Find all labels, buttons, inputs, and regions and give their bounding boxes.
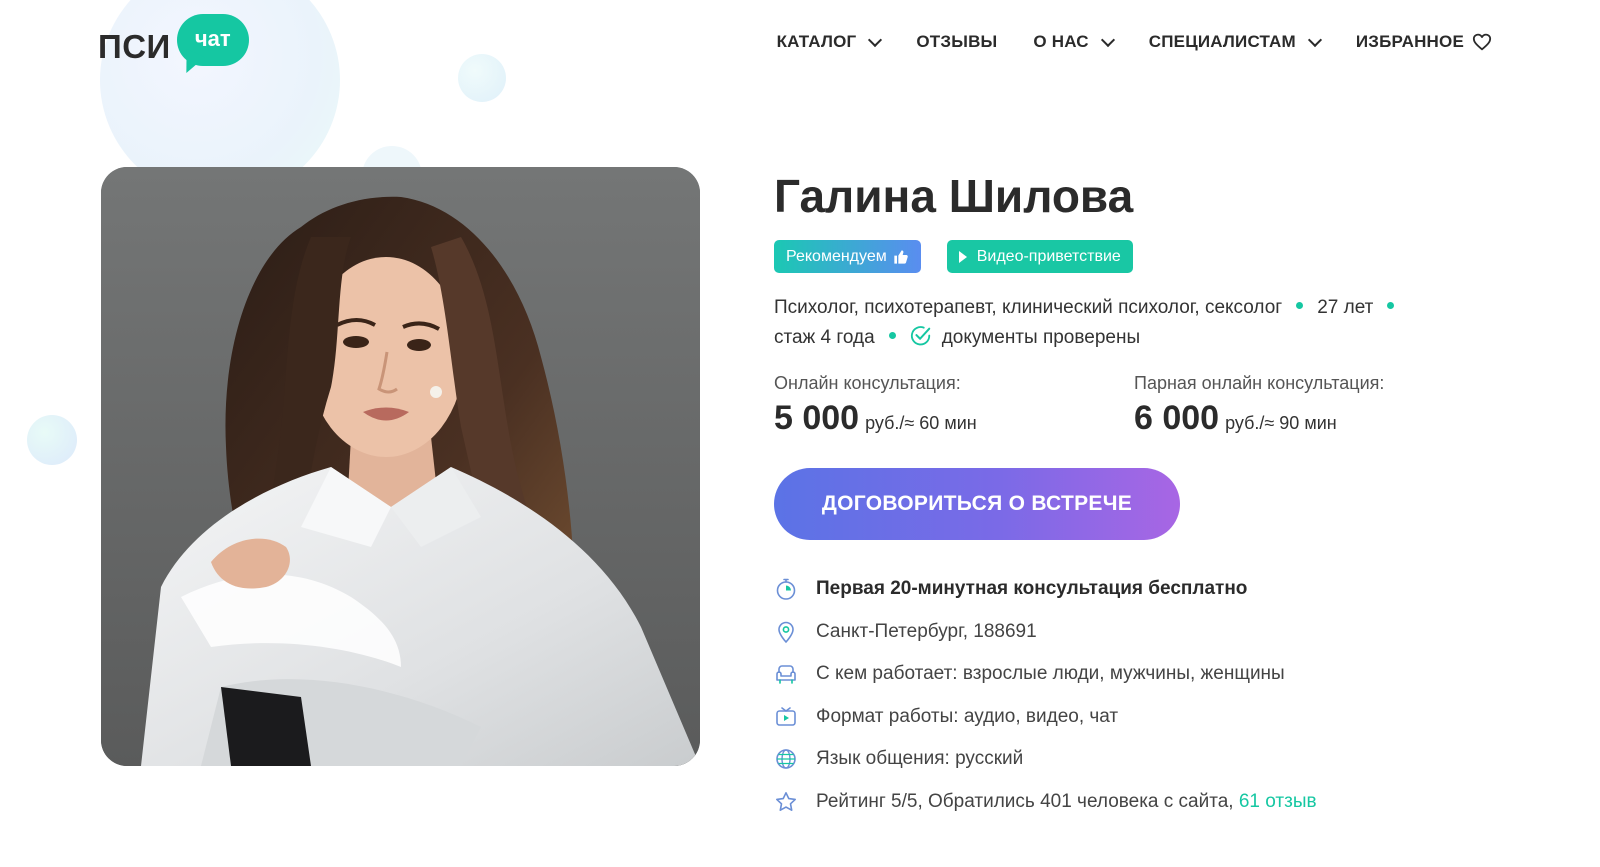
chevron-down-icon bbox=[1100, 32, 1115, 47]
nav-reviews-label: ОТЗЫВЫ bbox=[916, 32, 998, 51]
specialization-text: Психолог, психотерапевт, клинический пси… bbox=[774, 297, 1283, 318]
price-online-unit: руб./≈ 60 мин bbox=[865, 413, 977, 433]
logo-chat-bubble-icon: чат bbox=[176, 14, 249, 78]
price-pair-label: Парная онлайн консультация: bbox=[1134, 373, 1385, 393]
fact-rating-text: Рейтинг 5/5, Обратились 401 человека с с… bbox=[816, 790, 1234, 812]
fact-location: Санкт-Петербург, 188691 bbox=[774, 611, 1494, 654]
decor-bubble-left bbox=[27, 415, 77, 465]
price-online-label: Онлайн консультация: bbox=[774, 373, 961, 393]
logo-psi-text: ПСИ bbox=[98, 28, 171, 65]
nav-favorites[interactable]: ИЗБРАННОЕ bbox=[1356, 32, 1492, 52]
separator-dot bbox=[1296, 302, 1304, 310]
specialist-name: Галина Шилова bbox=[774, 170, 1134, 222]
location-pin-icon bbox=[778, 621, 794, 643]
recommended-badge-label: Рекомендуем bbox=[786, 247, 887, 265]
badge-row: Рекомендуем Видео-приветствие bbox=[774, 240, 1494, 273]
nav-reviews[interactable]: ОТЗЫВЫ bbox=[916, 32, 997, 52]
book-meeting-button[interactable]: ДОГОВОРИТЬСЯ О ВСТРЕЧЕ bbox=[774, 468, 1180, 540]
thumbs-up-icon bbox=[894, 249, 908, 264]
nav-catalog[interactable]: КАТАЛОГ bbox=[776, 32, 883, 52]
heart-icon bbox=[1472, 33, 1492, 51]
fact-format: Формат работы: аудио, видео, чат bbox=[774, 696, 1494, 739]
profile-info: Галина Шилова Рекомендуем Видео-приветст… bbox=[774, 168, 1494, 823]
nav-favorites-label: ИЗБРАННОЕ bbox=[1355, 32, 1464, 51]
nav-specialists[interactable]: СПЕЦИАЛИСТАМ bbox=[1148, 32, 1322, 52]
fact-location-text: Санкт-Петербург, 188691 bbox=[816, 620, 1037, 642]
page: ПСИ чат КАТАЛОГ ОТЗЫВЫ О НАС СПЕЦИАЛИСТА… bbox=[0, 0, 1600, 867]
recommended-badge: Рекомендуем bbox=[774, 240, 921, 273]
price-online-value: 5 000 bbox=[774, 399, 860, 437]
specialist-details: Психолог, психотерапевт, клинический пси… bbox=[774, 293, 1494, 353]
fact-rating: Рейтинг 5/5, Обратились 401 человека с с… bbox=[774, 781, 1494, 824]
globe-icon bbox=[776, 749, 796, 770]
documents-verified-text: документы проверены bbox=[941, 327, 1141, 348]
nav-about-label: О НАС bbox=[1033, 32, 1089, 51]
experience-text: стаж 4 года bbox=[774, 327, 875, 348]
prices: Онлайн консультация: 5 000 руб./≈ 60 мин… bbox=[774, 371, 1494, 438]
portrait-illustration bbox=[101, 167, 700, 766]
fact-language-text: Язык общения: русский bbox=[816, 748, 1024, 770]
check-circle-icon bbox=[910, 326, 930, 346]
chevron-down-icon bbox=[1307, 32, 1322, 47]
fact-clients: С кем работает: взрослые люди, мужчины, … bbox=[774, 653, 1494, 696]
stopwatch-icon bbox=[776, 578, 796, 601]
fact-free-consultation-text: Первая 20-минутная консультация бесплатн… bbox=[816, 578, 1248, 600]
armchair-icon bbox=[776, 665, 796, 685]
logo-chat-text: чат bbox=[194, 26, 231, 51]
nav-specialists-label: СПЕЦИАЛИСТАМ bbox=[1148, 32, 1296, 51]
price-online: Онлайн консультация: 5 000 руб./≈ 60 мин bbox=[774, 371, 1134, 438]
fact-clients-text: С кем работает: взрослые люди, мужчины, … bbox=[816, 663, 1285, 685]
separator-dot bbox=[1387, 302, 1395, 310]
specialist-photo bbox=[101, 167, 700, 766]
price-pair-value: 6 000 bbox=[1134, 399, 1220, 437]
chevron-down-icon bbox=[868, 32, 883, 47]
fact-format-text: Формат работы: аудио, видео, чат bbox=[816, 705, 1119, 727]
decor-bubble-small bbox=[458, 54, 506, 102]
play-icon bbox=[958, 250, 967, 263]
site-logo[interactable]: ПСИ чат bbox=[98, 14, 249, 78]
separator-dot bbox=[888, 332, 896, 340]
video-player-icon bbox=[776, 706, 796, 726]
nav-about[interactable]: О НАС bbox=[1033, 32, 1115, 52]
fact-free-consultation: Первая 20-минутная консультация бесплатн… bbox=[774, 568, 1494, 611]
star-icon bbox=[776, 791, 796, 811]
main-nav: КАТАЛОГ ОТЗЫВЫ О НАС СПЕЦИАЛИСТАМ ИЗБРАН… bbox=[777, 32, 1492, 52]
video-greeting-label: Видео-приветствие bbox=[976, 247, 1121, 265]
price-pair: Парная онлайн консультация: 6 000 руб./≈… bbox=[1134, 371, 1494, 438]
video-greeting-button[interactable]: Видео-приветствие bbox=[946, 240, 1133, 273]
nav-catalog-label: КАТАЛОГ bbox=[776, 32, 857, 51]
fact-language: Язык общения: русский bbox=[774, 738, 1494, 781]
facts-list: Первая 20-минутная консультация бесплатн… bbox=[774, 568, 1494, 823]
price-pair-unit: руб./≈ 90 мин bbox=[1225, 413, 1337, 433]
reviews-link[interactable]: 61 отзыв bbox=[1239, 791, 1317, 813]
age-text: 27 лет bbox=[1317, 297, 1374, 318]
